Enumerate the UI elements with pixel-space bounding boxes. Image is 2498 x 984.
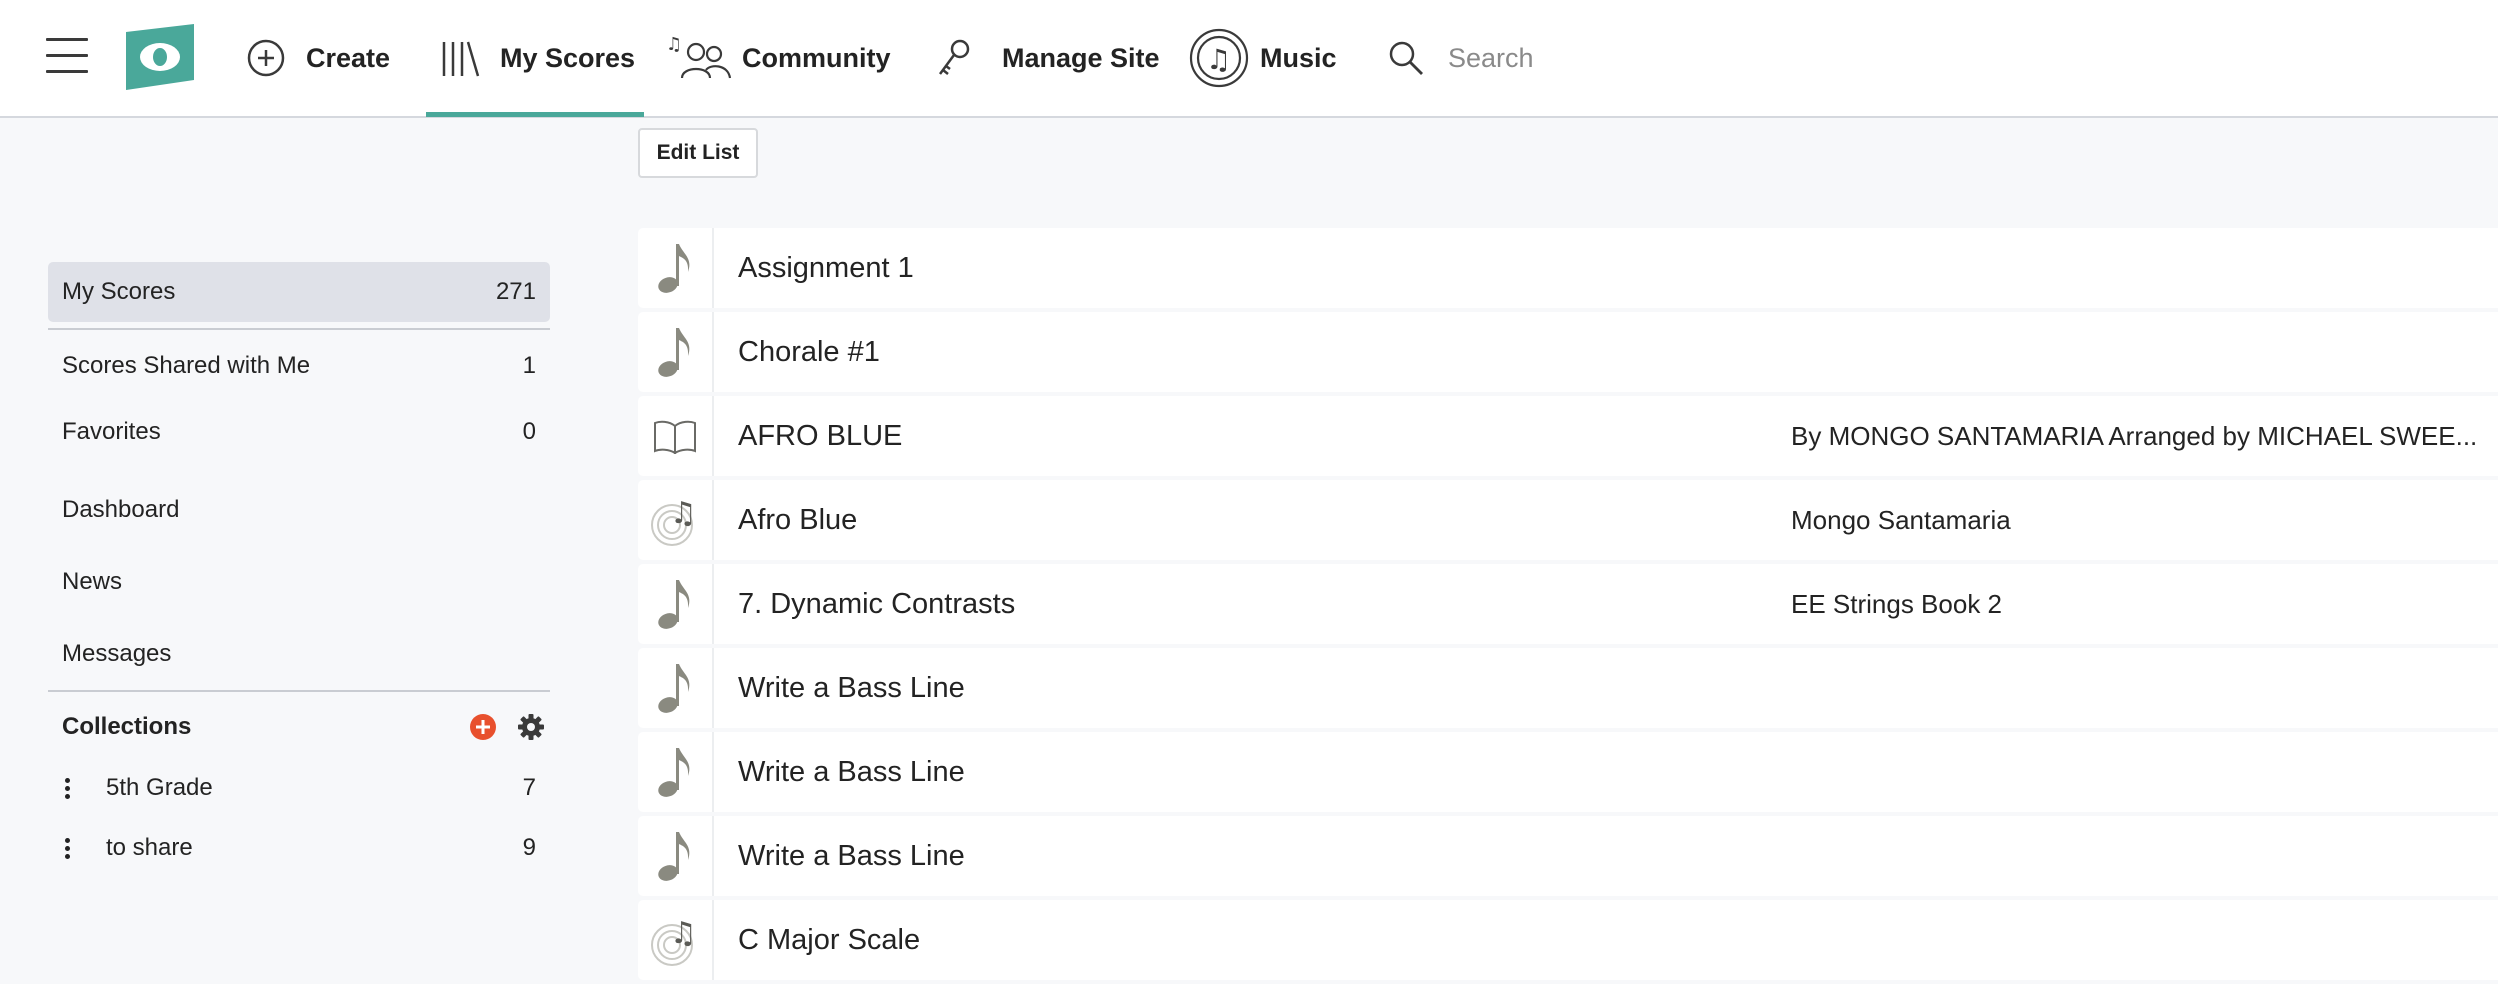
score-title: AFRO BLUE bbox=[738, 419, 903, 452]
audio-disc-icon: ♫ bbox=[638, 480, 714, 560]
nav-music-label: Music bbox=[1260, 42, 1337, 73]
collection-item-to-share[interactable]: to share 9 bbox=[48, 820, 550, 876]
gear-icon[interactable] bbox=[516, 712, 546, 742]
search-bar[interactable] bbox=[1386, 28, 1710, 88]
eighth-note-icon bbox=[638, 816, 714, 896]
score-title: Write a Bass Line bbox=[738, 755, 965, 788]
svg-text:♫: ♫ bbox=[670, 916, 697, 951]
svg-text:♫: ♫ bbox=[670, 496, 697, 531]
collection-item-label: 5th Grade bbox=[106, 774, 213, 801]
eighth-note-icon bbox=[638, 732, 714, 812]
score-title: Assignment 1 bbox=[738, 251, 914, 284]
sidebar-divider bbox=[48, 690, 550, 692]
nav-manage-site[interactable]: Manage Site bbox=[934, 0, 1160, 116]
community-icon: ♫ bbox=[666, 34, 732, 79]
sidebar-item-label: Dashboard bbox=[62, 496, 180, 523]
score-row[interactable]: Write a Bass Line bbox=[638, 732, 2498, 812]
collection-item-label: to share bbox=[106, 834, 193, 861]
sidebar-item-favorites[interactable]: Favorites 0 bbox=[48, 402, 550, 462]
nav-my-scores-label: My Scores bbox=[500, 42, 636, 73]
score-row[interactable]: ♫ Afro Blue Mongo Santamaria bbox=[638, 480, 2498, 560]
audio-disc-icon: ♫ bbox=[638, 900, 714, 980]
score-subtitle: By MONGO SANTAMARIA Arranged by MICHAEL … bbox=[1791, 420, 2478, 451]
kebab-menu-icon[interactable] bbox=[62, 836, 72, 860]
sidebar-item-dashboard[interactable]: Dashboard bbox=[48, 480, 550, 540]
nav-create-label: Create bbox=[306, 42, 391, 73]
active-tab-indicator bbox=[426, 112, 644, 117]
score-row[interactable]: Assignment 1 bbox=[638, 228, 2498, 308]
score-subtitle: Mongo Santamaria bbox=[1791, 504, 2011, 535]
nav-my-scores[interactable]: My Scores bbox=[438, 0, 635, 116]
sidebar-item-label: News bbox=[62, 568, 123, 595]
eighth-note-icon bbox=[638, 228, 714, 308]
eighth-note-icon bbox=[638, 564, 714, 644]
nav-manage-site-label: Manage Site bbox=[1002, 42, 1160, 73]
book-icon bbox=[638, 396, 714, 476]
edit-list-button[interactable]: Edit List bbox=[638, 128, 758, 178]
score-row[interactable]: Chorale #1 bbox=[638, 312, 2498, 392]
score-title: Afro Blue bbox=[738, 503, 858, 536]
nav-community-label: Community bbox=[742, 42, 891, 73]
sidebar-item-news[interactable]: News bbox=[48, 552, 550, 612]
score-title: C Major Scale bbox=[738, 923, 921, 956]
sidebar-item-my-scores[interactable]: My Scores 271 bbox=[48, 262, 550, 322]
add-collection-icon[interactable] bbox=[468, 712, 498, 742]
score-title: Chorale #1 bbox=[738, 335, 880, 368]
key-icon bbox=[938, 39, 970, 75]
sidebar-item-label: Messages bbox=[62, 640, 172, 667]
sidebar-item-shared-with-me[interactable]: Scores Shared with Me 1 bbox=[48, 336, 550, 396]
library-icon bbox=[442, 41, 480, 77]
svg-text:♫: ♫ bbox=[1206, 43, 1231, 76]
svg-text:♫: ♫ bbox=[666, 34, 682, 55]
collections-title: Collections bbox=[62, 713, 192, 740]
score-title: Write a Bass Line bbox=[738, 839, 965, 872]
collection-item-count: 7 bbox=[522, 774, 536, 801]
collection-item-5th-grade[interactable]: 5th Grade 7 bbox=[48, 760, 550, 816]
score-title: 7. Dynamic Contrasts bbox=[738, 587, 1016, 620]
search-icon[interactable] bbox=[1386, 38, 1426, 78]
score-title: Write a Bass Line bbox=[738, 671, 965, 704]
score-row[interactable]: 7. Dynamic Contrasts EE Strings Book 2 bbox=[638, 564, 2498, 644]
nav-create[interactable]: Create bbox=[246, 0, 390, 116]
sidebar-item-count: 271 bbox=[495, 278, 536, 305]
eighth-note-icon bbox=[638, 648, 714, 728]
sidebar-item-count: 0 bbox=[522, 418, 536, 445]
noteflight-logo[interactable] bbox=[124, 24, 196, 90]
score-subtitle: EE Strings Book 2 bbox=[1791, 588, 2002, 619]
top-navigation-bar: Create My Scores ♫ Community Manage Site… bbox=[0, 0, 2498, 118]
nav-music[interactable]: ♫ Music bbox=[1184, 0, 1337, 116]
kebab-menu-icon[interactable] bbox=[62, 776, 72, 800]
sidebar-divider bbox=[48, 328, 550, 330]
nav-community[interactable]: ♫ Community bbox=[664, 0, 891, 116]
score-row[interactable]: Write a Bass Line bbox=[638, 816, 2498, 896]
plus-circle-icon bbox=[247, 39, 285, 77]
sidebar-item-label: Scores Shared with Me bbox=[62, 352, 311, 379]
collection-item-count: 9 bbox=[522, 834, 536, 861]
music-disc-icon: ♫ bbox=[1189, 28, 1249, 88]
sidebar-item-messages[interactable]: Messages bbox=[48, 624, 550, 684]
eighth-note-icon bbox=[638, 312, 714, 392]
score-row[interactable]: Write a Bass Line bbox=[638, 648, 2498, 728]
sidebar-item-label: My Scores bbox=[62, 278, 176, 305]
score-row[interactable]: ♫ C Major Scale bbox=[638, 900, 2498, 980]
hamburger-icon[interactable] bbox=[46, 38, 88, 73]
search-input[interactable] bbox=[1446, 41, 1710, 75]
sidebar-item-label: Favorites bbox=[62, 418, 161, 445]
score-row[interactable]: AFRO BLUE By MONGO SANTAMARIA Arranged b… bbox=[638, 396, 2498, 476]
sidebar-item-count: 1 bbox=[522, 352, 536, 379]
